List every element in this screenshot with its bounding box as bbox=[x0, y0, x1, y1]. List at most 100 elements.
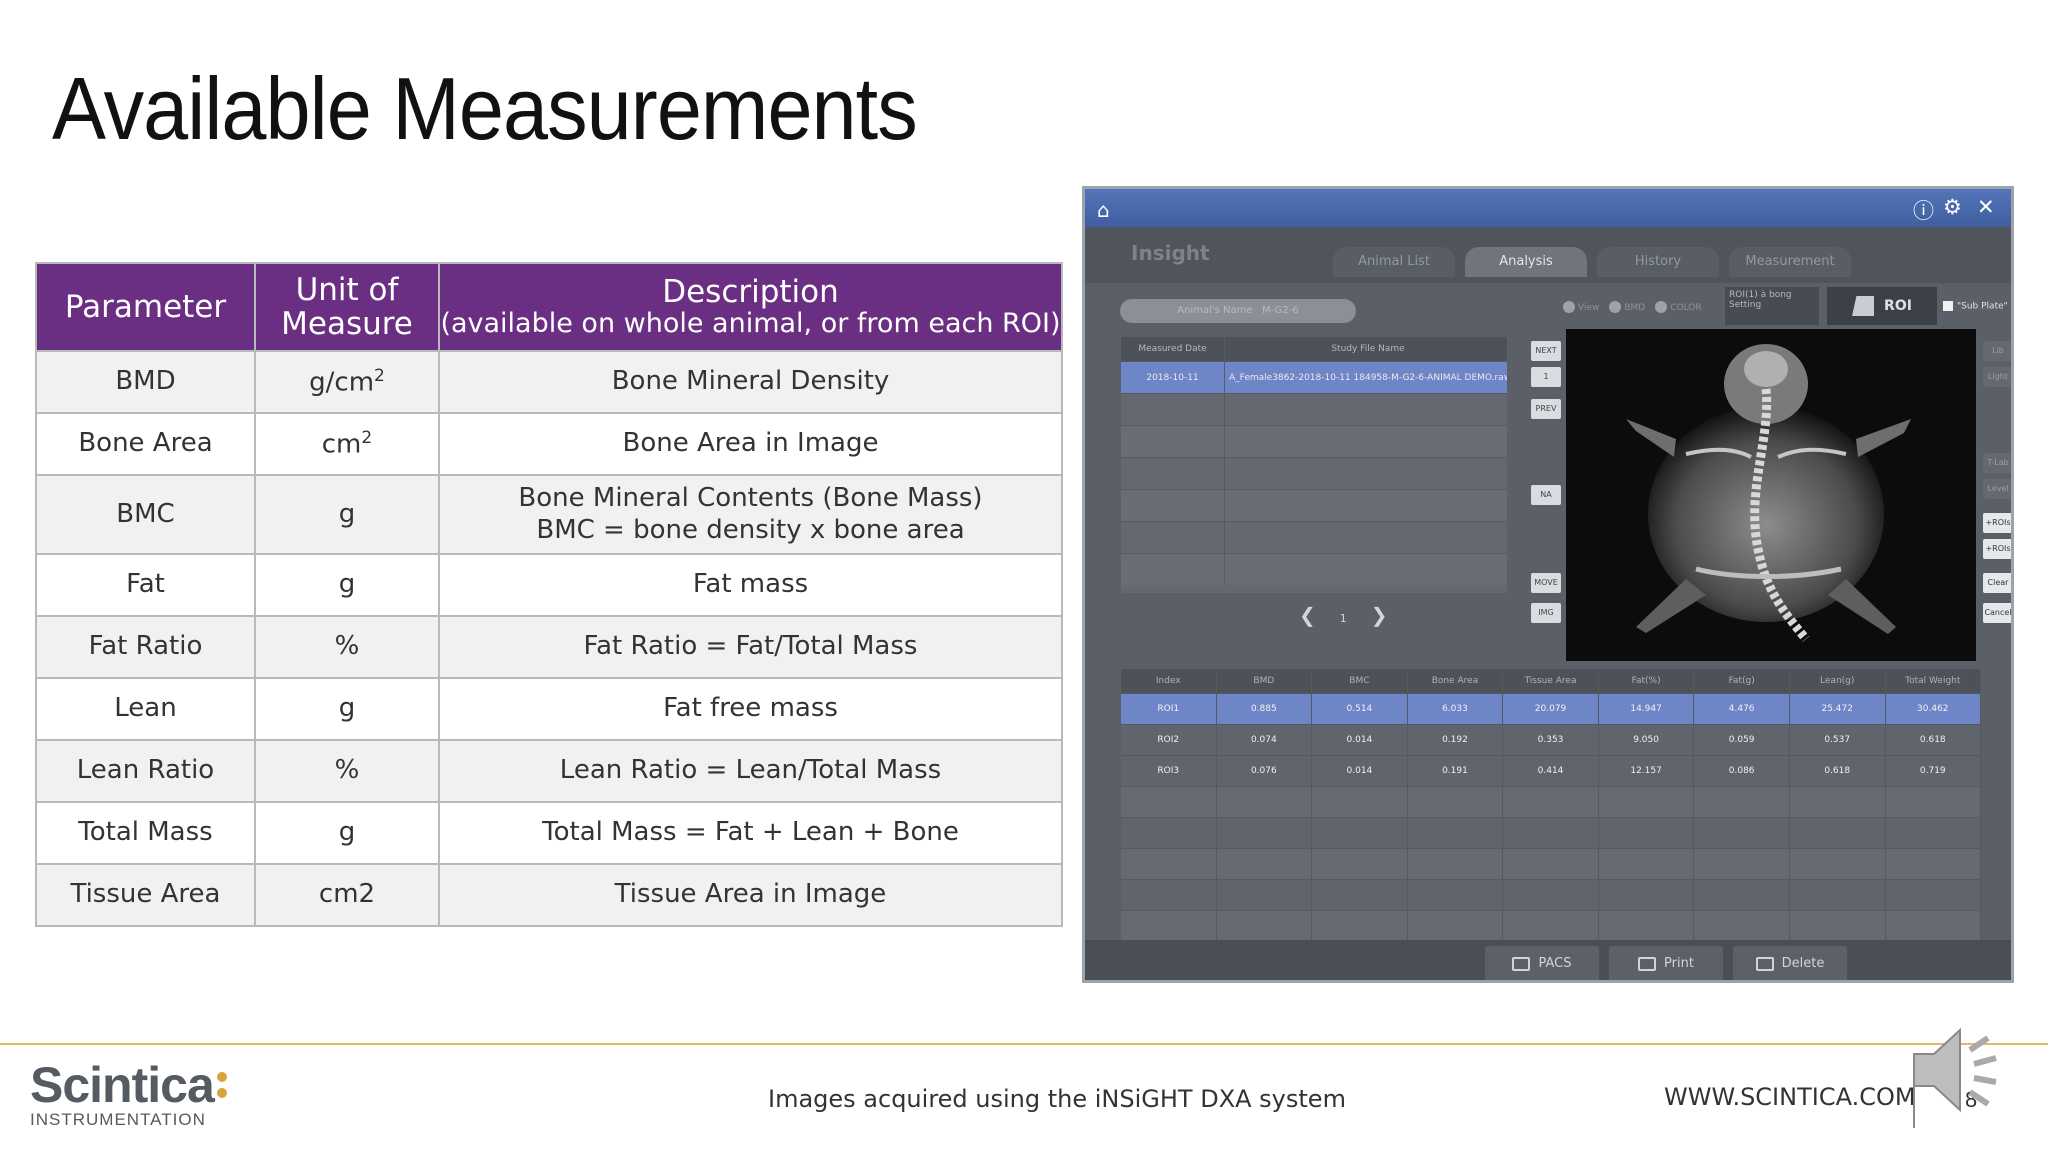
side-button-img[interactable]: IMG bbox=[1531, 603, 1561, 623]
unit-text: g bbox=[338, 498, 356, 529]
xray-image[interactable] bbox=[1566, 329, 1976, 661]
results-cell bbox=[1217, 818, 1313, 848]
pager-page: 1 bbox=[1339, 612, 1347, 625]
description-cell: Total Mass = Fat + Lean + Bone bbox=[438, 801, 1063, 865]
pacs-button[interactable]: PACS bbox=[1485, 946, 1599, 980]
results-cell bbox=[1408, 880, 1504, 910]
results-header-cell: Tissue Area bbox=[1503, 669, 1599, 693]
side-button-prev[interactable]: PREV bbox=[1531, 399, 1561, 419]
image-button-4[interactable]: +ROIs bbox=[1983, 513, 2011, 533]
results-row[interactable]: ROI3 0.076 0.014 0.191 0.414 12.157 0.086 0.618… bbox=[1121, 755, 1982, 786]
speaker-icon[interactable] bbox=[1908, 1020, 2008, 1125]
results-row[interactable]: ROI1 0.885 0.514 6.033 20.079 14.947 4.476 25.4… bbox=[1121, 693, 1982, 724]
tab-measurement[interactable]: Measurement bbox=[1729, 247, 1851, 277]
image-button-7[interactable]: Cancel bbox=[1983, 603, 2011, 623]
print-button[interactable]: Print bbox=[1609, 946, 1723, 980]
results-cell: 0.086 bbox=[1694, 756, 1790, 786]
prev-page-icon[interactable]: ❮ bbox=[1299, 603, 1316, 627]
study-row[interactable] bbox=[1121, 457, 1507, 489]
close-icon[interactable]: ✕ bbox=[1977, 195, 1995, 219]
pacs-label: PACS bbox=[1538, 956, 1572, 971]
side-button-move[interactable]: MOVE bbox=[1531, 573, 1561, 593]
results-cell bbox=[1408, 911, 1504, 941]
results-cell: 0.192 bbox=[1408, 725, 1504, 755]
radio-option-color[interactable]: COLOR bbox=[1655, 301, 1702, 313]
unit-cell: g/cm2 bbox=[254, 350, 440, 414]
logo-dots-icon bbox=[216, 1072, 227, 1104]
results-cell bbox=[1312, 818, 1408, 848]
home-icon[interactable]: ⌂ bbox=[1097, 198, 1110, 222]
results-row[interactable] bbox=[1121, 910, 1982, 941]
study-date bbox=[1121, 426, 1225, 457]
image-button-3[interactable]: Level bbox=[1983, 479, 2011, 499]
results-cell: 0.014 bbox=[1312, 725, 1408, 755]
results-cell: 30.462 bbox=[1886, 694, 1982, 724]
study-file bbox=[1225, 522, 1507, 553]
unit-text: cm2 bbox=[318, 879, 376, 910]
image-button-0[interactable]: Lib bbox=[1983, 341, 2011, 361]
study-row[interactable] bbox=[1121, 553, 1507, 585]
results-cell: 0.885 bbox=[1217, 694, 1313, 724]
results-row[interactable] bbox=[1121, 786, 1982, 817]
mouse-xray-svg bbox=[1626, 344, 1911, 642]
tab-analysis[interactable]: Analysis bbox=[1465, 247, 1587, 277]
study-file bbox=[1225, 554, 1507, 585]
tab-animal-list[interactable]: Animal List bbox=[1333, 247, 1455, 277]
results-cell bbox=[1790, 818, 1886, 848]
results-header-cell: Bone Area bbox=[1408, 669, 1504, 693]
animal-name-field[interactable]: Animal's Name M-G2-6 bbox=[1120, 299, 1356, 323]
description-cell: Lean Ratio = Lean/Total Mass bbox=[438, 739, 1063, 803]
header-description-line1: Description bbox=[662, 274, 839, 311]
unit-text: cm bbox=[321, 429, 362, 460]
results-cell bbox=[1408, 787, 1504, 817]
radio-option-view[interactable]: View bbox=[1563, 301, 1600, 313]
roi-button[interactable]: ROI bbox=[1827, 287, 1937, 325]
results-cell bbox=[1886, 911, 1982, 941]
next-page-icon[interactable]: ❯ bbox=[1371, 603, 1388, 627]
header-unit-line2: Measure bbox=[281, 306, 413, 342]
unit-superscript: 2 bbox=[374, 365, 385, 386]
description-line2: BMC = bone density x bone area bbox=[536, 514, 965, 545]
radio-label: View bbox=[1578, 302, 1600, 313]
results-row[interactable] bbox=[1121, 848, 1982, 879]
image-button-5[interactable]: +ROIs bbox=[1983, 539, 2011, 559]
delete-button[interactable]: Delete bbox=[1733, 946, 1847, 980]
tab-history[interactable]: History bbox=[1597, 247, 1719, 277]
results-cell: 14.947 bbox=[1599, 694, 1695, 724]
study-row[interactable] bbox=[1121, 521, 1507, 553]
study-row[interactable] bbox=[1121, 425, 1507, 457]
description-line1: Fat free mass bbox=[663, 693, 838, 724]
results-row[interactable] bbox=[1121, 879, 1982, 910]
radio-option-bmd[interactable]: BMD bbox=[1609, 301, 1645, 313]
side-button-1[interactable]: 1 bbox=[1531, 367, 1561, 387]
results-table: Index BMD BMC Bone Area Tissue Area Fat(%) Fat… bbox=[1121, 669, 1982, 941]
results-cell bbox=[1121, 880, 1217, 910]
results-row[interactable]: ROI2 0.074 0.014 0.192 0.353 9.050 0.059 0.537 0… bbox=[1121, 724, 1982, 755]
results-header: Index BMD BMC Bone Area Tissue Area Fat(%) Fat… bbox=[1121, 669, 1982, 693]
description-cell: Fat mass bbox=[438, 553, 1063, 617]
study-row[interactable] bbox=[1121, 489, 1507, 521]
gear-icon[interactable]: ⚙ bbox=[1943, 195, 1962, 219]
parameter-cell: Tissue Area bbox=[35, 863, 256, 927]
image-button-2[interactable]: T-Lab bbox=[1983, 453, 2011, 473]
results-row[interactable] bbox=[1121, 817, 1982, 848]
side-button-next[interactable]: NEXT bbox=[1531, 341, 1561, 361]
unit-text: g/cm bbox=[309, 367, 375, 398]
parameter-cell: Lean Ratio bbox=[35, 739, 256, 803]
image-button-6[interactable]: Clear bbox=[1983, 573, 2011, 593]
side-button-na[interactable]: NA bbox=[1531, 485, 1561, 505]
sub-plate-checkbox[interactable]: "Sub Plate" bbox=[1943, 301, 2008, 312]
description-cell: Bone Mineral Contents (Bone Mass) BMC = b… bbox=[438, 474, 1063, 555]
results-cell: 4.476 bbox=[1694, 694, 1790, 724]
image-button-1[interactable]: Light bbox=[1983, 367, 2011, 387]
results-cell bbox=[1408, 818, 1504, 848]
study-row[interactable]: 2018-10-11 A_Female3862-2018-10-11 184958… bbox=[1121, 361, 1507, 393]
pager: ❮ 1 ❯ bbox=[1287, 603, 1400, 627]
info-icon[interactable]: ⓘ bbox=[1913, 195, 1934, 225]
results-cell bbox=[1312, 880, 1408, 910]
roi-info-line2: Setting bbox=[1729, 299, 1762, 310]
study-row[interactable] bbox=[1121, 393, 1507, 425]
results-header-cell: Lean(g) bbox=[1790, 669, 1886, 693]
results-cell bbox=[1503, 818, 1599, 848]
results-cell: 0.414 bbox=[1503, 756, 1599, 786]
